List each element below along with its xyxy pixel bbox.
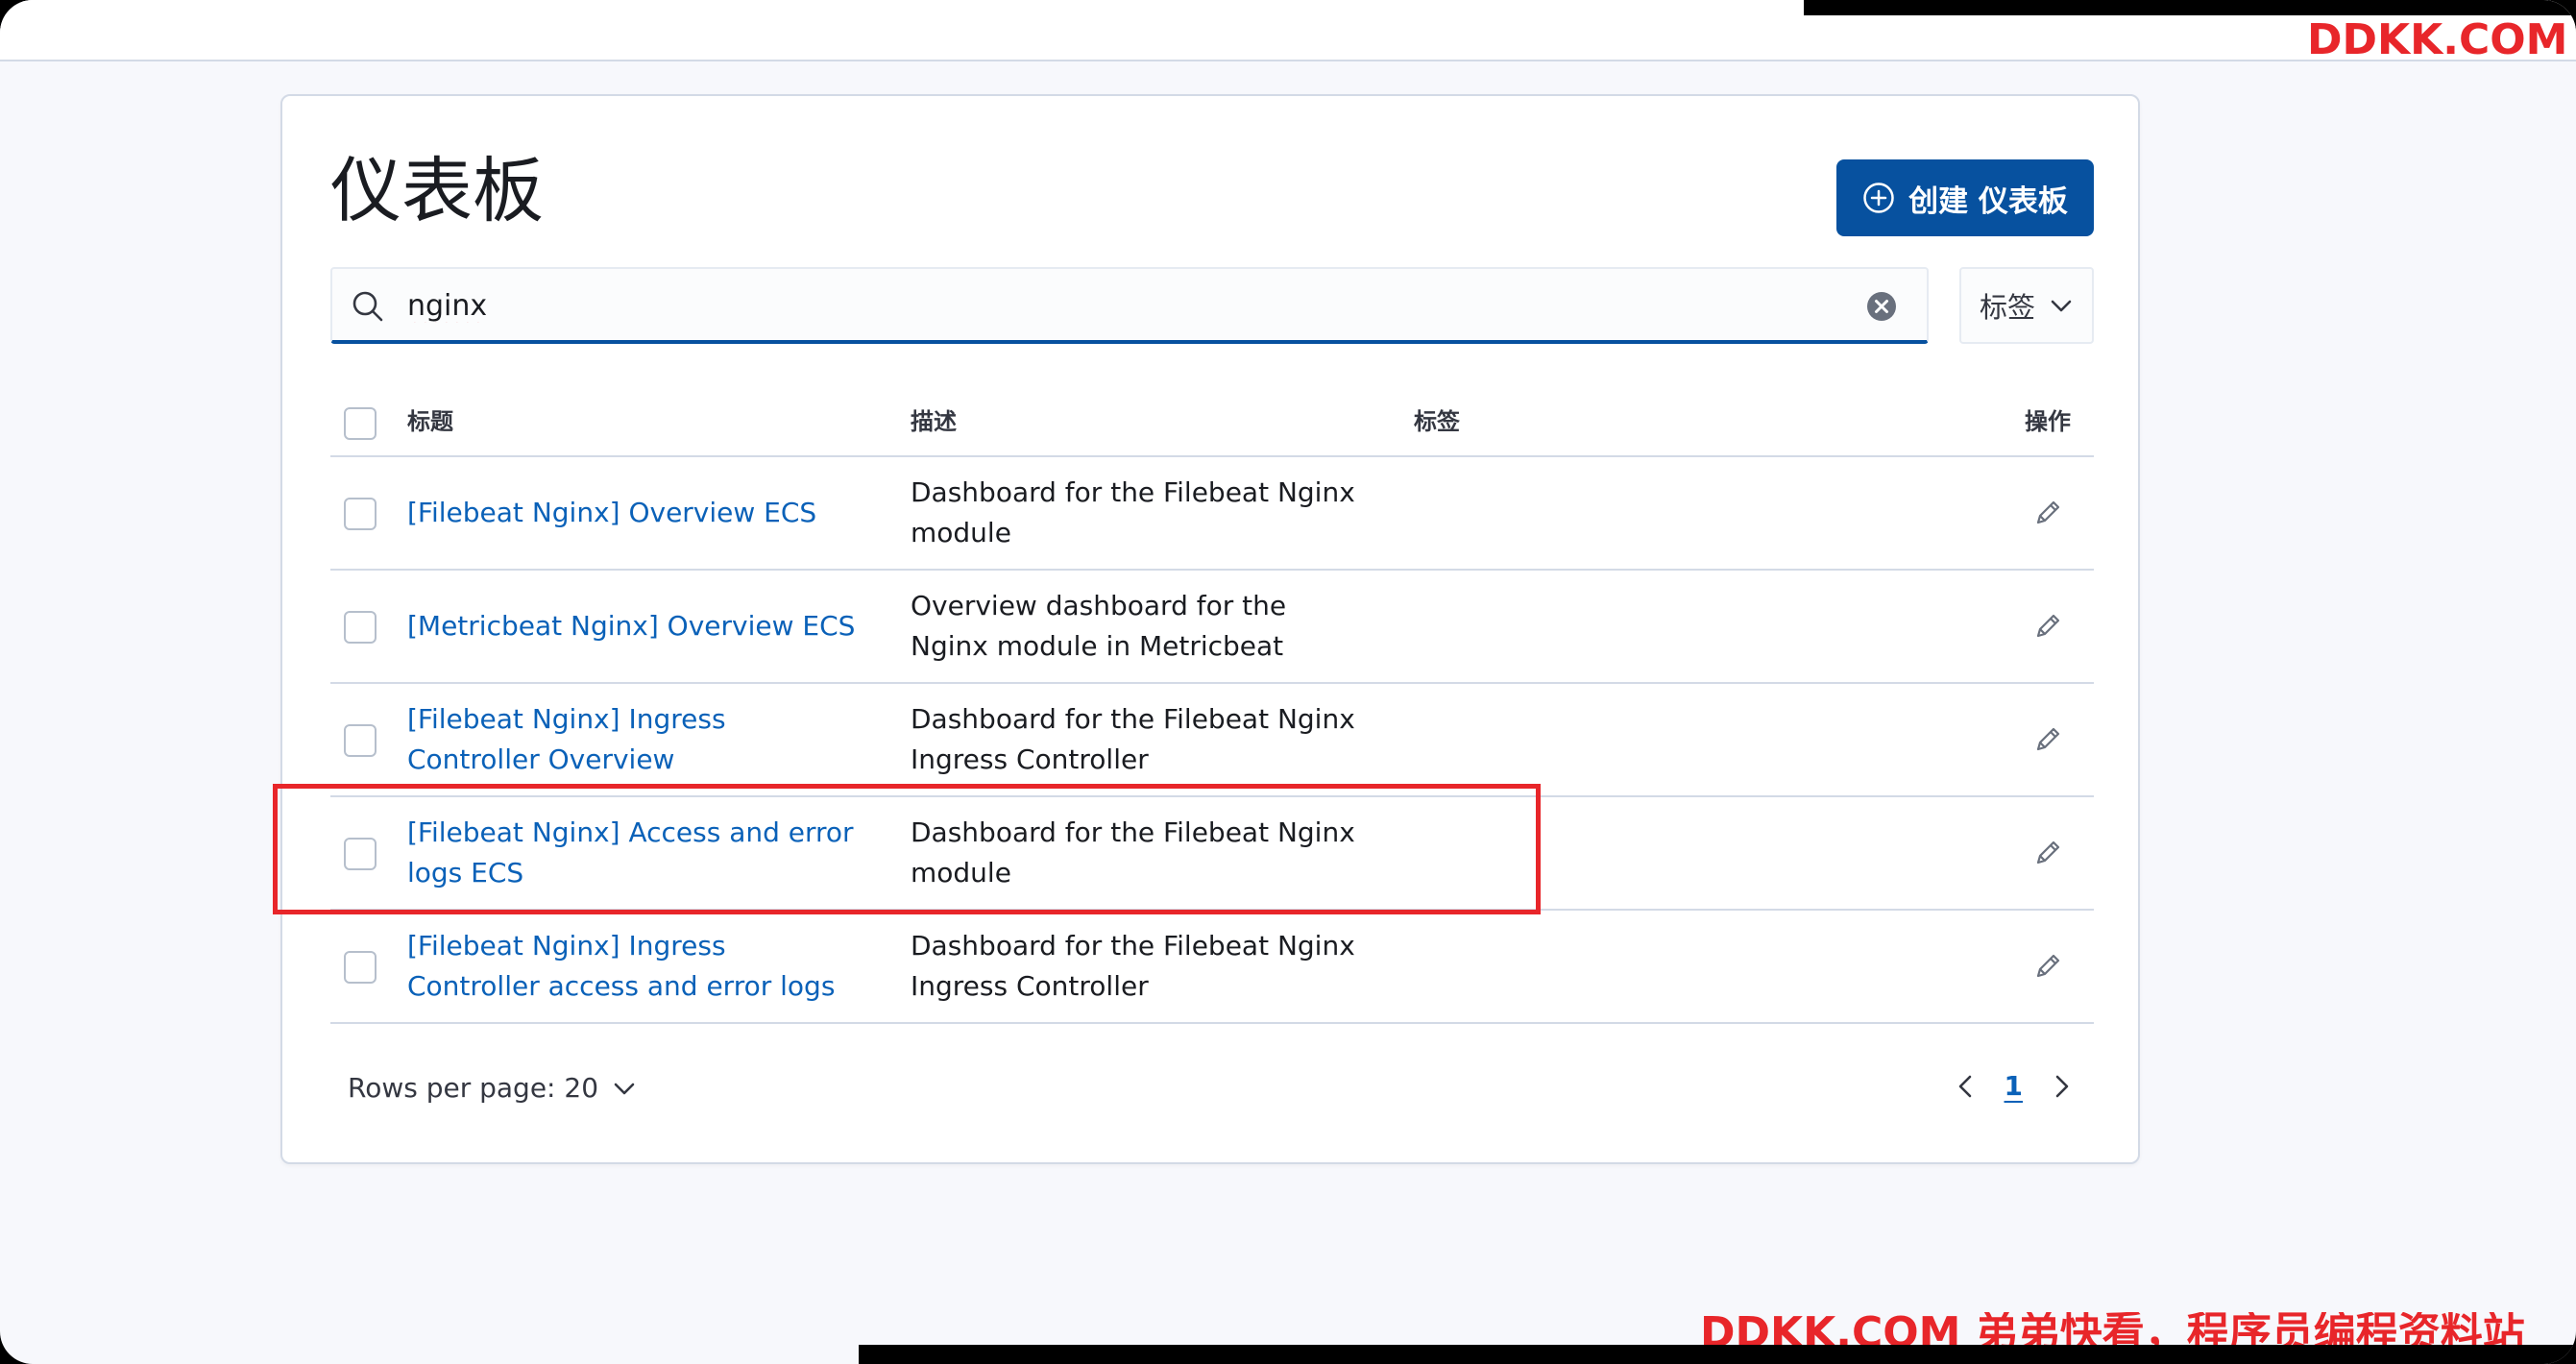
row-checkbox[interactable] bbox=[344, 498, 377, 530]
pagination-bar: Rows per page: 20 1 bbox=[330, 1057, 2094, 1124]
watermark-top: DDKK.COM bbox=[2307, 13, 2576, 57]
dashboard-title-link[interactable]: [Filebeat Nginx] Ingress Controller acce… bbox=[407, 926, 859, 1007]
pencil-icon[interactable] bbox=[2030, 722, 2065, 757]
tags-filter-label: 标签 bbox=[1979, 291, 2035, 324]
dashboards-table: 标题 描述 标签 操作 [Filebeat Nginx] Overview EC… bbox=[330, 384, 2094, 1024]
row-checkbox[interactable] bbox=[344, 724, 377, 757]
dashboard-description: Dashboard for the Filebeat Nginx Ingress… bbox=[911, 930, 1355, 1002]
pencil-icon[interactable] bbox=[2030, 496, 2065, 530]
pencil-icon[interactable] bbox=[2030, 609, 2065, 644]
table-row: [Filebeat Nginx] Overview ECS Dashboard … bbox=[330, 457, 2094, 571]
plus-in-circle-icon bbox=[1863, 183, 1894, 213]
column-header-tags: 标签 bbox=[1414, 408, 1460, 435]
page-number-button[interactable]: 1 bbox=[2005, 1070, 2023, 1102]
watermark-bottom-text: DDKK.COM 弟弟快看，程序员编程资料站 bbox=[1700, 1312, 2525, 1345]
pencil-icon[interactable] bbox=[2030, 949, 2065, 984]
dashboard-title-link[interactable]: [Metricbeat Nginx] Overview ECS bbox=[407, 606, 859, 646]
table-row: [Filebeat Nginx] Ingress Controller Over… bbox=[330, 684, 2094, 797]
pencil-icon[interactable] bbox=[2030, 836, 2065, 870]
rows-per-page-selector[interactable]: Rows per page: 20 bbox=[348, 1072, 637, 1104]
row-checkbox[interactable] bbox=[344, 611, 377, 644]
watermark-top-text: DDKK.COM bbox=[2307, 15, 2568, 57]
page-title: 仪表板 bbox=[330, 150, 544, 232]
table-header: 标题 描述 标签 操作 bbox=[330, 384, 2094, 457]
search-icon bbox=[352, 291, 383, 322]
watermark-bottom: DDKK.COM 弟弟快看，程序员编程资料站 bbox=[1700, 1312, 2576, 1345]
dashboard-description: Dashboard for the Filebeat Nginx Ingress… bbox=[911, 703, 1355, 775]
clear-search-icon[interactable] bbox=[1865, 290, 1898, 323]
create-dashboard-label: 创建 仪表板 bbox=[1908, 183, 2068, 219]
create-dashboard-button[interactable]: 创建 仪表板 bbox=[1836, 159, 2094, 236]
row-checkbox[interactable] bbox=[344, 951, 377, 984]
dashboard-description: Dashboard for the Filebeat Nginx module bbox=[911, 476, 1355, 548]
table-row: [Filebeat Nginx] Ingress Controller acce… bbox=[330, 911, 2094, 1024]
search-bar bbox=[330, 267, 1929, 344]
column-header-title[interactable]: 标题 bbox=[407, 405, 453, 438]
dashboards-panel: 仪表板 创建 仪表板 标签 bbox=[280, 94, 2140, 1164]
column-header-actions: 操作 bbox=[2025, 408, 2071, 435]
chevron-left-icon[interactable] bbox=[1953, 1073, 1980, 1100]
dashboard-description: Overview dashboard for the Nginx module … bbox=[911, 590, 1287, 662]
column-header-description: 描述 bbox=[911, 408, 957, 435]
table-row: [Metricbeat Nginx] Overview ECS Overview… bbox=[330, 571, 2094, 684]
chevron-down-icon bbox=[614, 1083, 635, 1094]
chevron-down-icon bbox=[2051, 300, 2072, 312]
app-window: DDKK.COM 仪表板 创建 仪表板 标签 bbox=[0, 0, 2576, 1364]
dashboard-title-link[interactable]: [Filebeat Nginx] Overview ECS bbox=[407, 493, 859, 533]
search-input[interactable] bbox=[407, 282, 1829, 329]
pager: 1 bbox=[1953, 1070, 2075, 1102]
highlight-annotation-box bbox=[273, 784, 1541, 914]
chevron-right-icon[interactable] bbox=[2048, 1073, 2075, 1100]
select-all-checkbox[interactable] bbox=[344, 407, 377, 440]
tags-filter-button[interactable]: 标签 bbox=[1959, 267, 2094, 344]
rows-per-page-label: Rows per page: 20 bbox=[348, 1072, 599, 1104]
bottom-dark-strip bbox=[859, 1345, 2576, 1364]
dashboard-title-link[interactable]: [Filebeat Nginx] Ingress Controller Over… bbox=[407, 699, 859, 780]
